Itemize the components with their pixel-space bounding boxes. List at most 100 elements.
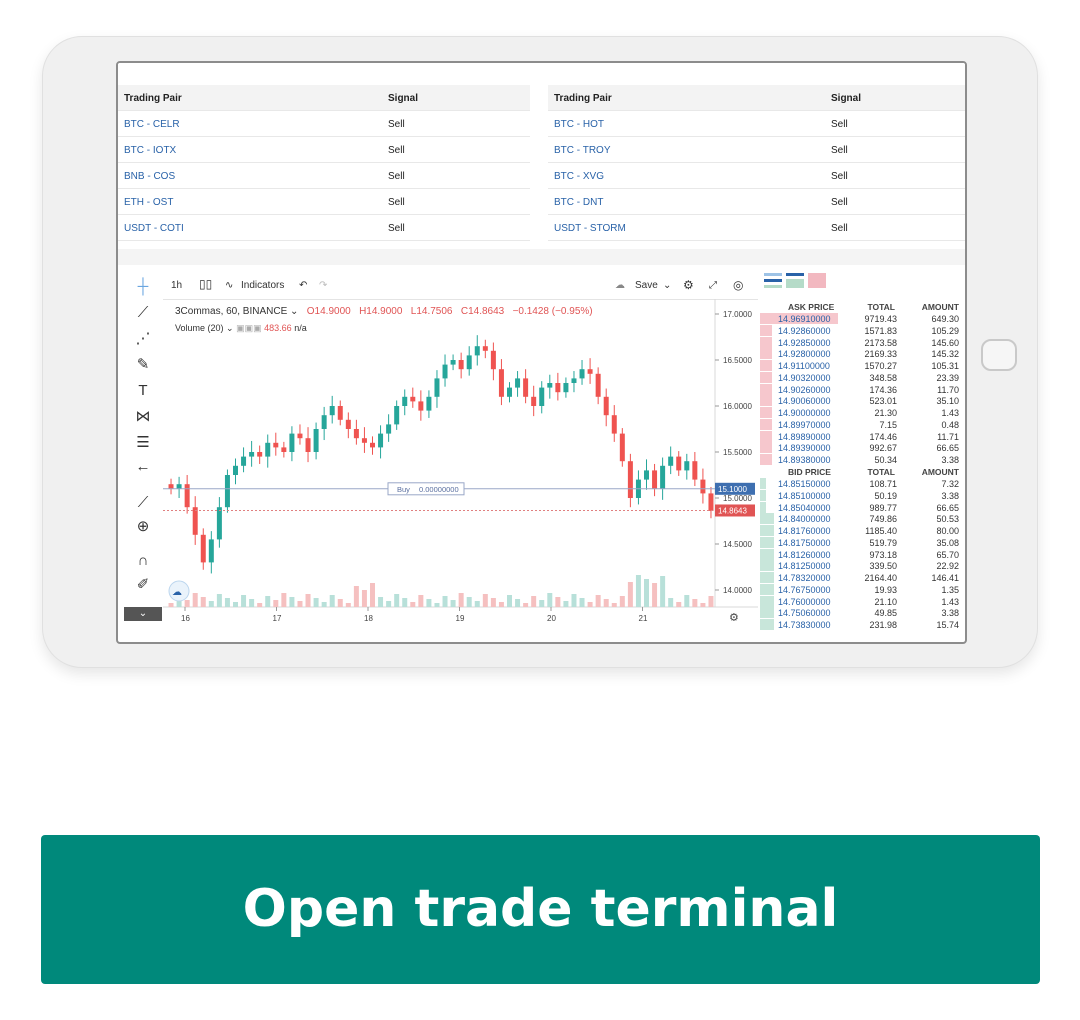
orderbook-row[interactable]: 14.81250000 339.50 22.92 [760,560,965,572]
volume-bar [515,599,521,607]
orderbook-row[interactable]: 14.90000000 21.30 1.43 [760,407,965,419]
tablet-home-button[interactable] [981,339,1017,371]
signal-value: Sell [388,119,405,130]
chevron-down-icon[interactable]: ⌄ [124,607,162,621]
magnet-icon[interactable]: ∩ [132,551,154,571]
open-trade-terminal-button[interactable]: Open trade terminal [41,835,1040,984]
orderbook-total: 2173.58 [864,337,897,348]
depth-bar [760,324,772,336]
orderbook-row[interactable]: 14.85100000 50.19 3.38 [760,489,965,502]
price-chart[interactable]: 17.0000 16.5000 16.0000 15.5000 15.0000 14.50… [163,271,758,621]
candle-body [563,383,569,393]
orderbook-row[interactable]: 14.81760000 1185.40 80.00 [760,525,965,537]
candle-body [329,406,335,416]
ruler-icon[interactable]: ⟋ [132,493,154,513]
trading-pair-link[interactable]: BTC - IOTX [124,145,176,156]
candle-body [692,461,698,480]
orderbook-row[interactable]: 14.91100000 1570.27 105.31 [760,360,965,372]
zoom-in-icon[interactable]: ⊕ [132,517,154,537]
pattern-icon[interactable]: ⋈ [132,407,154,427]
orderbook-amount: 50.53 [936,514,959,525]
orderbook-row[interactable]: 14.89970000 7.15 0.48 [760,418,965,431]
trading-pair-link[interactable]: BTC - CELR [124,119,180,130]
volume-bar [539,600,545,607]
orderbook-total: 21.30 [874,408,897,418]
orderbook-total: 523.01 [869,396,897,407]
candle-body [498,369,504,397]
orderbook-row[interactable]: 14.92850000 2173.58 145.60 [760,336,965,349]
orderbook-amount: 649.30 [931,314,959,324]
orderbook-amount: 11.70 [937,384,959,395]
orderbook-view-icons[interactable] [764,271,834,291]
candle-body [619,433,625,462]
orderbook-row[interactable]: 14.78320000 2164.40 146.41 [760,572,965,584]
orderbook-row[interactable]: 14.92800000 2169.33 145.32 [760,348,965,360]
volume-bar [652,583,658,607]
orderbook-amount: 146.41 [931,573,959,583]
depth-bar [760,560,774,572]
trend-line-icon[interactable]: ⟋ [132,303,154,323]
trading-pair-link[interactable]: BTC - DNT [554,197,603,208]
trading-pair-link[interactable]: USDT - STORM [554,223,626,234]
orderbook-price: 14.76750000 [778,584,831,595]
arrow-left-icon[interactable]: ← [132,457,154,477]
volume-bar [644,579,649,607]
orderbook-row[interactable]: 14.92860000 1571.83 105.29 [760,324,965,337]
volume-bar [474,601,480,607]
depth-bar [760,442,772,454]
orderbook-row[interactable]: 14.81750000 519.79 35.08 [760,536,965,549]
depth-bar [760,418,772,430]
orderbook-total: 174.36 [869,384,897,395]
orderbook-row[interactable]: 14.96910000 9719.43 649.30 [760,313,965,325]
candle-body [192,507,198,535]
orderbook-total: 50.34 [874,455,897,465]
orderbook-row[interactable]: 14.90260000 174.36 11.70 [760,383,965,396]
orderbook-row[interactable]: 14.75060000 49.85 3.38 [760,607,965,619]
text-tool-icon[interactable]: T [132,381,154,401]
volume-bar [595,595,601,607]
orderbook-total: 108.71 [869,479,897,489]
y-tick-label: 16.0000 [723,402,752,411]
trading-pair-link[interactable]: BTC - XVG [554,171,604,182]
trading-pair-link[interactable]: ETH - OST [124,197,173,208]
lock-draw-icon[interactable]: ✐ [132,575,154,595]
candle-body [611,415,617,434]
orderbook-total: 519.79 [869,537,897,548]
buy-order-value: 0.00000000 [419,485,459,494]
pitchfork-icon[interactable]: ⋰ [132,329,154,349]
depth-bar [760,478,766,489]
orderbook-row[interactable]: 14.76750000 19.93 1.35 [760,583,965,596]
candle-body [378,433,384,448]
crosshair-icon[interactable]: ┼ [132,277,154,297]
orderbook-row[interactable]: 14.85150000 108.71 7.32 [760,478,965,490]
candle-body [474,346,480,356]
orderbook-row[interactable]: 14.89890000 174.46 11.71 [760,430,965,443]
orderbook-row[interactable]: 14.89390000 992.67 66.65 [760,442,965,454]
orderbook-row[interactable]: 14.76000000 21.10 1.43 [760,595,965,608]
trading-pair-link[interactable]: USDT - COTI [124,223,184,234]
trading-pair-link[interactable]: BNB - COS [124,171,175,182]
orderbook-price: 14.89890000 [778,431,831,442]
orderbook-row[interactable]: 14.90320000 348.58 23.39 [760,371,965,384]
orderbook-row[interactable]: 14.90060000 523.01 35.10 [760,395,965,407]
candle-body [668,456,674,466]
brush-icon[interactable]: ✎ [132,355,154,375]
volume-bar [386,601,392,607]
orderbook-row[interactable]: 14.85040000 989.77 66.65 [760,501,965,514]
orderbook-row[interactable]: 14.89380000 50.34 3.38 [760,454,965,466]
orderbook-row[interactable]: 14.73830000 231.98 15.74 [760,619,965,631]
candle-body [394,406,400,425]
volume-bar [370,583,375,607]
orderbook-row[interactable]: 14.81260000 973.18 65.70 [760,548,965,561]
candle-body [241,456,247,466]
orderbook-total: 174.46 [869,431,897,442]
orderbook-row[interactable]: 14.84000000 749.86 50.53 [760,513,965,525]
orderbook-total: 973.18 [869,549,897,560]
trading-pair-link[interactable]: BTC - TROY [554,145,610,156]
volume-bar [676,602,682,607]
signal-value: Sell [831,119,848,130]
trading-pair-link[interactable]: BTC - HOT [554,119,604,130]
fib-icon[interactable]: ☰ [132,433,154,453]
orderbook-total: 1571.83 [864,325,897,336]
candle-body [644,470,649,480]
